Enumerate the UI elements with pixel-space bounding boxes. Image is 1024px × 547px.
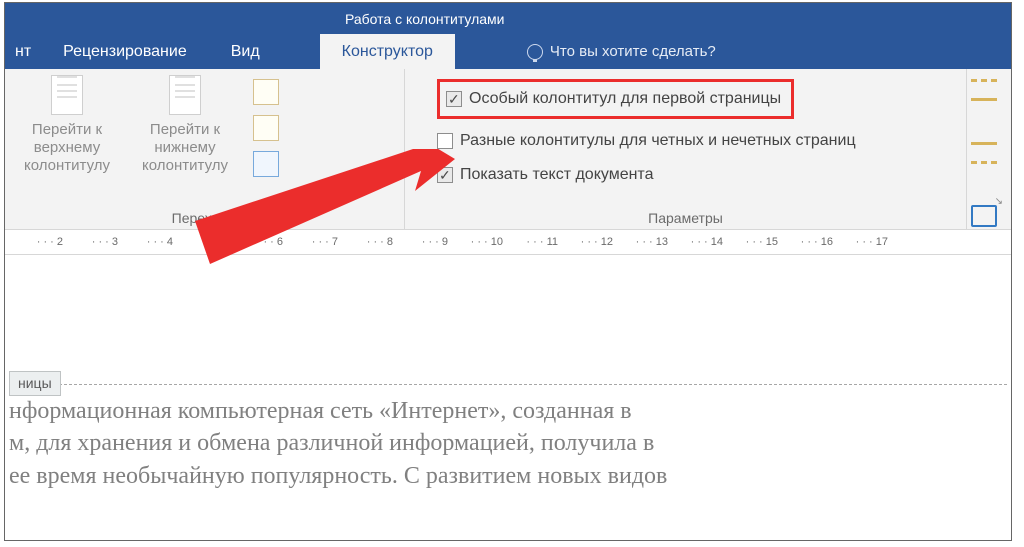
contextual-tab-title: Работа с колонтитулами xyxy=(345,11,504,27)
ruler-tick: · · · 14 xyxy=(671,236,726,248)
group-label: Параметры xyxy=(417,207,954,227)
group-label: Переходы xyxy=(17,207,392,227)
show-document-text-checkbox[interactable]: Показать текст документа xyxy=(437,163,653,187)
button-label: Перейти к нижнему колонтитулу xyxy=(135,121,235,175)
insert-alignment-tab-icon[interactable] xyxy=(971,205,997,227)
footer-from-bottom-icon[interactable] xyxy=(971,142,997,164)
tab-partial[interactable]: нт xyxy=(5,34,41,69)
ruler-tick: · · · 10 xyxy=(451,236,506,248)
next-section-icon[interactable] xyxy=(253,115,279,141)
ruler-tick: · · · 15 xyxy=(726,236,781,248)
ruler-tick: · · · 2 xyxy=(11,236,66,248)
ruler-tick: · · · 3 xyxy=(66,236,121,248)
tab-review[interactable]: Рецензирование xyxy=(41,34,209,69)
ribbon: Перейти к верхнему колонтитулу Перейти к… xyxy=(5,69,1011,230)
goto-footer-button[interactable]: Перейти к нижнему колонтитулу xyxy=(135,75,235,175)
ruler-tick: · · · 13 xyxy=(616,236,671,248)
checkbox-icon xyxy=(437,133,453,149)
different-first-page-checkbox[interactable]: Особый колонтитул для первой страницы xyxy=(437,79,794,119)
ruler-tick: · · · 11 xyxy=(506,236,561,248)
prev-section-icon[interactable] xyxy=(253,79,279,105)
tab-view[interactable]: Вид xyxy=(209,34,282,69)
group-position: ↘ xyxy=(967,69,1011,229)
different-odd-even-checkbox[interactable]: Разные колонтитулы для четных и нечетных… xyxy=(437,129,856,153)
document-top-icon xyxy=(51,75,83,115)
group-parameters: Особый колонтитул для первой страницы Ра… xyxy=(405,69,967,229)
ruler-tick: · · · 7 xyxy=(286,236,341,248)
header-tab-label: ницы xyxy=(9,371,61,396)
ribbon-tabs: нт Рецензирование Вид Конструктор Что вы… xyxy=(5,34,1011,69)
checkbox-icon xyxy=(446,91,462,107)
ruler-tick: · · · 5 xyxy=(176,236,231,248)
dialog-launcher-icon[interactable]: ↘ xyxy=(995,196,1003,207)
header-from-top-icon[interactable] xyxy=(971,79,997,101)
tab-label: Конструктор xyxy=(342,43,433,61)
ruler-tick: · · · 16 xyxy=(781,236,836,248)
tell-me-placeholder: Что вы хотите сделать? xyxy=(550,43,716,60)
checkbox-label: Показать текст документа xyxy=(460,163,653,187)
ruler-tick: · · · 8 xyxy=(341,236,396,248)
tab-label: нт xyxy=(15,43,31,61)
tab-designer[interactable]: Конструктор xyxy=(320,34,455,69)
ruler-tick: · · · 9 xyxy=(396,236,451,248)
header-boundary-line xyxy=(9,384,1007,385)
tab-label: Рецензирование xyxy=(63,43,187,61)
ruler-tick: · · · 17 xyxy=(836,236,891,248)
tell-me-search[interactable]: Что вы хотите сделать? xyxy=(505,34,738,69)
ruler-tick: · · · 12 xyxy=(561,236,616,248)
checkbox-icon xyxy=(437,167,453,183)
document-text: нформационная компьютерная сеть «Интерне… xyxy=(9,395,1007,492)
ruler-tick: · · · 6 xyxy=(231,236,286,248)
lightbulb-icon xyxy=(527,44,543,60)
ruler[interactable]: · · · 2· · · 3· · · 4· · · 5· · · 6· · ·… xyxy=(5,230,1011,255)
document-bottom-icon xyxy=(169,75,201,115)
tab-label: Вид xyxy=(231,43,260,61)
group-transitions: Перейти к верхнему колонтитулу Перейти к… xyxy=(5,69,405,229)
checkbox-label: Разные колонтитулы для четных и нечетных… xyxy=(460,129,856,153)
document-area[interactable]: ницы нформационная компьютерная сеть «Ин… xyxy=(5,255,1011,492)
goto-header-button[interactable]: Перейти к верхнему колонтитулу xyxy=(17,75,117,175)
app-frame: Работа с колонтитулами нт Рецензирование… xyxy=(4,2,1012,541)
nav-small-buttons xyxy=(253,75,279,177)
title-bar: Работа с колонтитулами xyxy=(5,3,1011,34)
checkbox-label: Особый колонтитул для первой страницы xyxy=(469,87,781,111)
link-previous-icon[interactable] xyxy=(253,151,279,177)
ruler-tick: · · · 4 xyxy=(121,236,176,248)
button-label: Перейти к верхнему колонтитулу xyxy=(17,121,117,175)
